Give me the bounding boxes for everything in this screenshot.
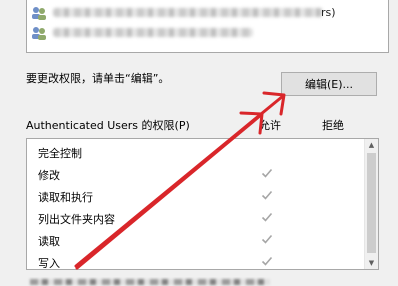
principal-row[interactable] — [31, 25, 371, 41]
deny-column-header: 拒绝 — [322, 119, 344, 132]
permission-label: 修改 — [38, 169, 60, 182]
permission-label: 读取 — [38, 235, 60, 248]
edit-button[interactable]: 编辑(E)... — [281, 72, 377, 96]
principal-row[interactable]: rs) — [31, 5, 371, 21]
check-icon — [261, 168, 273, 178]
permission-row-write: 写入 — [27, 251, 367, 270]
permissions-list[interactable]: 完全控制 修改 读取和执行 列出文件夹内容 读取 写入 ▲ ▼ — [26, 138, 379, 270]
permissions-scrollbar[interactable]: ▲ ▼ — [364, 139, 378, 269]
permission-row-full-control: 完全控制 — [27, 141, 367, 163]
permission-row-read: 读取 — [27, 229, 367, 251]
blurred-principal-name — [53, 8, 323, 17]
permission-label: 完全控制 — [38, 147, 82, 160]
blurred-principal-name — [53, 28, 253, 37]
principal-list[interactable]: rs) — [26, 0, 389, 53]
allow-column-header: 允许 — [259, 119, 281, 132]
scroll-down-icon[interactable]: ▼ — [365, 257, 378, 269]
permission-label: 读取和执行 — [38, 191, 93, 204]
check-icon — [261, 190, 273, 200]
check-icon — [261, 256, 273, 266]
annotation-arrowhead — [262, 91, 286, 116]
permission-label: 写入 — [38, 257, 60, 270]
scroll-up-icon[interactable]: ▲ — [365, 139, 378, 151]
check-icon — [261, 212, 273, 222]
permissions-header: Authenticated Users 的权限(P) — [26, 119, 190, 132]
edit-instruction: 要更改权限，请单击“编辑”。 — [26, 72, 170, 85]
check-icon — [261, 234, 273, 244]
permission-row-list-folder: 列出文件夹内容 — [27, 207, 367, 229]
principal-name-tail: rs) — [321, 6, 336, 19]
bottom-blurred-text — [0, 277, 398, 286]
user-group-icon — [32, 27, 46, 40]
permission-row-modify: 修改 — [27, 163, 367, 185]
scrollbar-thumb[interactable] — [367, 153, 376, 253]
permission-label: 列出文件夹内容 — [38, 213, 115, 226]
user-group-icon — [32, 7, 46, 20]
permission-row-read-execute: 读取和执行 — [27, 185, 367, 207]
